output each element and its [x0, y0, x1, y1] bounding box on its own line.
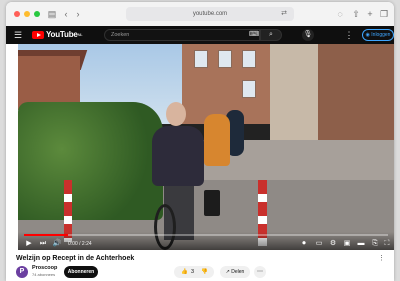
- window: [218, 50, 232, 68]
- play-icon[interactable]: ▶: [24, 239, 34, 249]
- window: [194, 50, 208, 68]
- browser-toolbar: ▤ ‹ › youtube.com ⇄ ◌ ⇧ + ❐: [6, 2, 394, 27]
- player-controls: ▶ ⏭ 🔊 0:00 / 2:24 ⏺ ▭ ⚙ ▣ ▬ ⎘ ⛶: [18, 232, 394, 250]
- video-details: Welzijn op Recept in de Achterhoek ⋮ P P…: [6, 250, 394, 281]
- sign-in-label: Inloggen: [371, 32, 391, 38]
- fullscreen-icon[interactable]: ⛶: [382, 239, 392, 249]
- share-label: Delen: [231, 269, 245, 275]
- logo-country: NL: [77, 32, 83, 37]
- youtube-logo-text[interactable]: YouTubeNL: [46, 29, 83, 41]
- address-bar-url: youtube.com: [192, 11, 228, 17]
- video-frame-bike-bag: [204, 190, 220, 216]
- autoplay-toggle-icon[interactable]: ⏺: [298, 239, 310, 249]
- video-frame-rider-head: [166, 102, 186, 126]
- search-placeholder: Zoeken: [111, 32, 130, 38]
- video-frame-hedge: [18, 102, 163, 220]
- share-button[interactable]: ↗ Delen: [220, 266, 250, 278]
- dislike-icon[interactable]: 👎: [201, 266, 208, 278]
- close-window-button[interactable]: [14, 11, 20, 17]
- volume-icon[interactable]: 🔊: [52, 239, 62, 249]
- browser-window: ▤ ‹ › youtube.com ⇄ ◌ ⇧ + ❐ ☰ YouTubeNL …: [6, 2, 394, 281]
- translate-icon[interactable]: ⇄: [278, 7, 290, 21]
- miniplayer-icon[interactable]: ▣: [342, 239, 352, 249]
- video-frame-cyclist-orange: [204, 114, 230, 166]
- time-display: 0:00 / 2:24: [68, 241, 92, 247]
- minimize-window-button[interactable]: [24, 11, 30, 17]
- more-actions-button[interactable]: ⋯: [254, 266, 266, 278]
- like-dislike-group: 👍 3 👎: [174, 266, 214, 278]
- zoom-window-button[interactable]: [34, 11, 40, 17]
- ellipsis-icon: ⋯: [257, 269, 263, 275]
- sidebar-toggle-icon[interactable]: ▤: [46, 7, 58, 21]
- theater-mode-icon[interactable]: ▬: [356, 239, 366, 249]
- microphone-icon: 🎙: [303, 31, 313, 38]
- voice-search-button[interactable]: 🎙: [302, 29, 314, 41]
- new-tab-icon[interactable]: +: [364, 7, 376, 21]
- channel-name[interactable]: Proscoop: [32, 265, 57, 272]
- like-icon[interactable]: 👍: [181, 266, 188, 278]
- like-count: 3: [191, 269, 195, 275]
- menu-icon[interactable]: ☰: [12, 29, 24, 41]
- share-icon[interactable]: ⇧: [350, 7, 362, 21]
- address-bar[interactable]: youtube.com: [126, 7, 294, 21]
- window: [242, 50, 256, 68]
- subscribe-button[interactable]: Abonneren: [64, 266, 98, 278]
- tab-overview-icon[interactable]: ❐: [378, 7, 390, 21]
- next-icon[interactable]: ⏭: [38, 239, 48, 249]
- search-button[interactable]: ⌕: [260, 29, 282, 41]
- subtitles-icon[interactable]: ▭: [314, 239, 324, 249]
- settings-gear-icon[interactable]: ⚙: [328, 239, 338, 249]
- forward-icon[interactable]: ›: [72, 7, 84, 21]
- youtube-header: ☰ YouTubeNL Zoeken ⌕ ⌨ 🎙 ⋮ ◉ Inloggen: [6, 26, 394, 44]
- youtube-logo-icon[interactable]: [32, 31, 44, 39]
- search-icon: ⌕: [269, 31, 273, 38]
- more-icon[interactable]: ⋮: [378, 254, 385, 263]
- extensions-icon[interactable]: ◌: [334, 7, 346, 21]
- back-icon[interactable]: ‹: [60, 7, 72, 21]
- video-player[interactable]: ▶ ⏭ 🔊 0:00 / 2:24 ⏺ ▭ ⚙ ▣ ▬ ⎘ ⛶: [18, 44, 394, 250]
- progress-bar-fill: [24, 234, 68, 236]
- keyboard-icon[interactable]: ⌨: [248, 29, 260, 41]
- logo-text: YouTube: [46, 30, 78, 39]
- window: [242, 80, 256, 98]
- video-title: Welzijn op Recept in de Achterhoek: [16, 255, 135, 262]
- cast-icon[interactable]: ⎘: [370, 239, 380, 249]
- subscriber-count: 74 abonnees: [32, 272, 56, 277]
- video-frame-rider-body: [152, 126, 204, 186]
- sign-in-button[interactable]: ◉ Inloggen: [362, 29, 394, 41]
- progress-bar[interactable]: [24, 234, 388, 236]
- more-options-icon[interactable]: ⋮: [344, 29, 354, 41]
- search-input[interactable]: Zoeken: [104, 29, 260, 41]
- channel-avatar[interactable]: P: [16, 266, 28, 278]
